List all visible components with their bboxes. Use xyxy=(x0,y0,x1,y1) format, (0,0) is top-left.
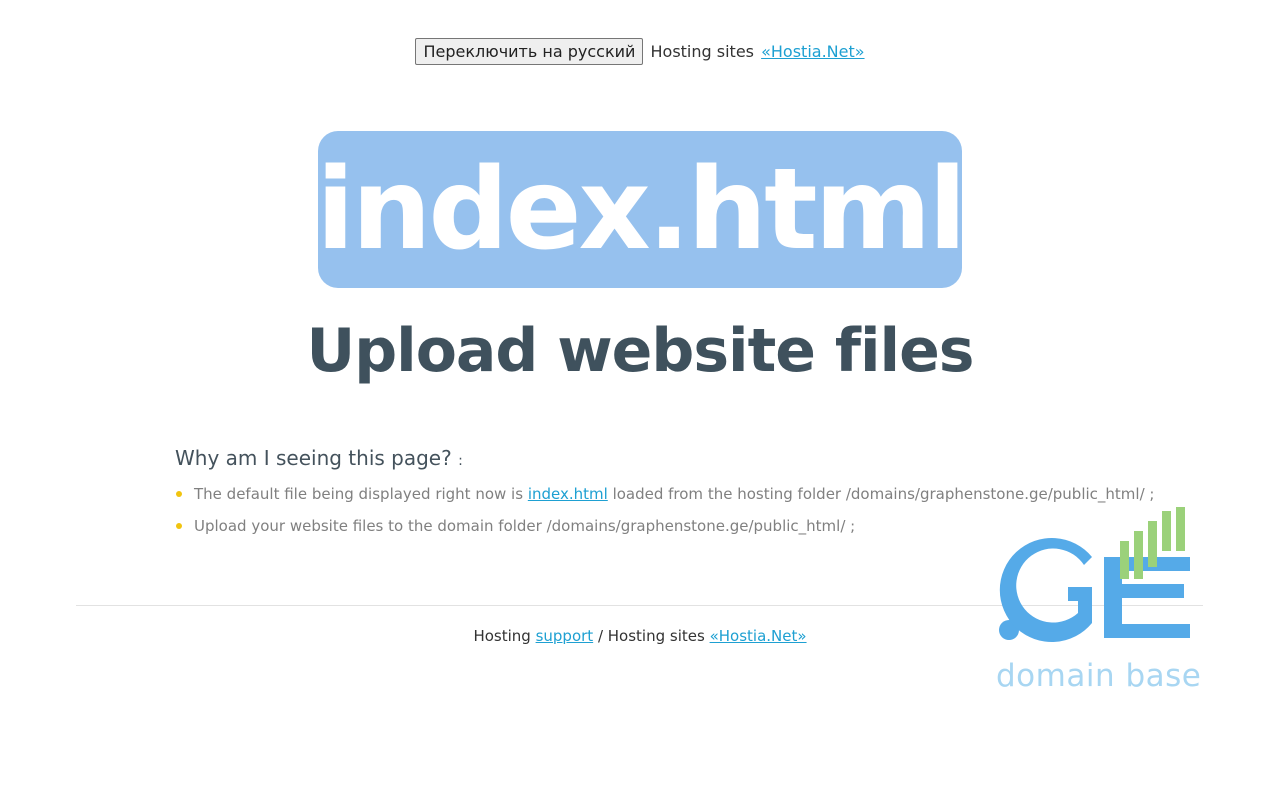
list-item-text: Upload your website files to the domain … xyxy=(194,517,856,535)
footer-hosting-label: Hosting xyxy=(473,627,531,645)
list-item-text: loaded from the hosting folder /domains/… xyxy=(607,485,1155,503)
hostia-link[interactable]: «Hostia.Net» xyxy=(761,42,864,61)
hosting-sites-label: Hosting sites xyxy=(650,42,755,61)
support-link[interactable]: support xyxy=(536,627,594,645)
why-colon: : xyxy=(458,453,463,469)
page-title: Upload website files xyxy=(306,316,974,386)
footer-separator: / Hosting sites xyxy=(597,627,705,645)
logo-text: index.html xyxy=(316,144,966,275)
index-html-logo: index.html xyxy=(316,131,967,288)
footer-hostia-link[interactable]: «Hostia.Net» xyxy=(710,627,807,645)
switch-language-button[interactable]: Переключить на русский xyxy=(415,38,644,65)
bullet-icon xyxy=(176,523,182,529)
ge-letter-e xyxy=(1104,557,1190,638)
why-heading: Why am I seeing this page? : xyxy=(175,446,463,470)
list-item-text: The default file being displayed right n… xyxy=(194,485,528,503)
top-language-bar: Переключить на русский Hosting sites «Ho… xyxy=(0,38,1280,65)
why-question: Why am I seeing this page? xyxy=(175,446,452,470)
bullet-icon xyxy=(176,491,182,497)
ge-tagline: domain base xyxy=(996,658,1202,694)
index-html-link[interactable]: index.html xyxy=(528,485,608,503)
